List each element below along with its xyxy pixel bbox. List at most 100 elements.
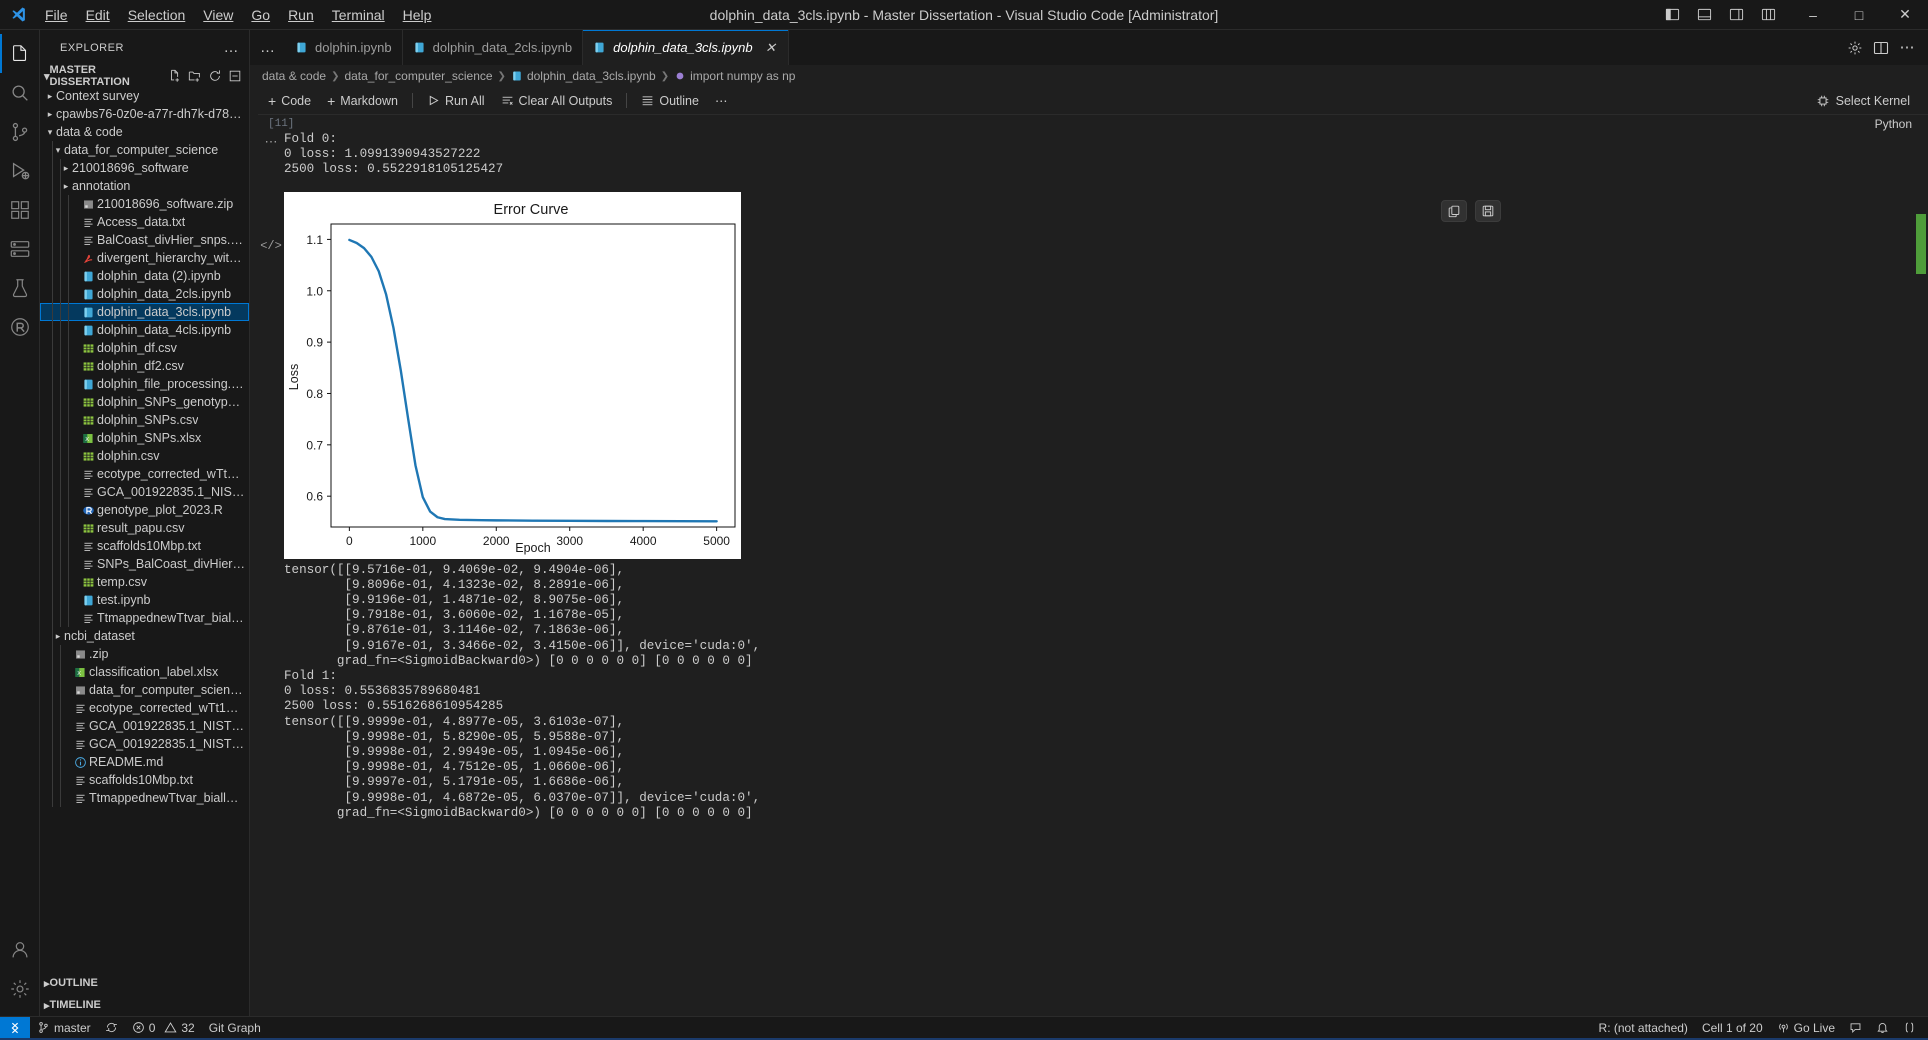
tree-folder-row[interactable]: ▸ 210018696_software: [40, 159, 249, 177]
breadcrumb-item-3[interactable]: import numpy as np: [674, 69, 795, 83]
tree-file-row[interactable]: dolphin_SNPs_genotype_data.csv: [40, 393, 249, 411]
tree-file-row[interactable]: ecotype_corrected_wTt182.txt: [40, 465, 249, 483]
minimize-button[interactable]: –: [1790, 0, 1836, 30]
tree-file-row[interactable]: temp.csv: [40, 573, 249, 591]
activity-source-control[interactable]: [0, 112, 40, 151]
tree-file-row[interactable]: TtmappednewTtvar_biallelic.vcf: [40, 789, 249, 807]
copy-image-icon[interactable]: [1441, 199, 1467, 222]
workspace-root-row[interactable]: ▾ MASTER DISSERTATION: [40, 64, 249, 88]
breadcrumb-item-0[interactable]: data & code: [262, 69, 326, 83]
new-file-icon[interactable]: [166, 68, 183, 85]
tree-file-row[interactable]: ecotype_corrected_wTt182.txt: [40, 699, 249, 717]
add-code-cell-button[interactable]: + Code: [260, 92, 319, 110]
tree-file-row[interactable]: scaffolds10Mbp.txt: [40, 537, 249, 555]
file-tree[interactable]: ▸ Context survey ▸ cpawbs76-0z0e-a77r-dh7k-…: [40, 87, 249, 972]
menu-terminal[interactable]: Terminal: [323, 3, 394, 27]
tree-file-row[interactable]: dolphin_file_processing.ipynb: [40, 375, 249, 393]
menu-go[interactable]: Go: [242, 3, 279, 27]
menu-view[interactable]: View: [194, 3, 242, 27]
maximize-button[interactable]: □: [1836, 0, 1882, 30]
status-branch[interactable]: master: [30, 1017, 98, 1039]
clear-all-outputs-button[interactable]: Clear All Outputs: [493, 92, 621, 110]
status-feedback[interactable]: [1842, 1017, 1869, 1039]
tree-file-row[interactable]: dolphin_data_2cls.ipynb: [40, 285, 249, 303]
menu-edit[interactable]: Edit: [77, 3, 119, 27]
activity-extensions[interactable]: [0, 190, 40, 229]
tree-file-row[interactable]: Xdolphin_SNPs.xlsx: [40, 429, 249, 447]
split-editor-icon[interactable]: [1870, 37, 1892, 59]
tree-file-row[interactable]: test.ipynb: [40, 591, 249, 609]
tree-file-row[interactable]: divergent_hierarchy_with_pop23.p...: [40, 249, 249, 267]
tree-file-row[interactable]: GCA_001922835.1_NIST_Tur_tru_v1...: [40, 717, 249, 735]
tree-file-row[interactable]: GCA_001922835.1_NIST_Tur_tru_v1...: [40, 735, 249, 753]
status-problems[interactable]: 0 32: [125, 1017, 202, 1039]
tree-file-row[interactable]: 210018696_software.zip: [40, 195, 249, 213]
tree-file-row[interactable]: data_for_computer_science.zip: [40, 681, 249, 699]
tree-file-row[interactable]: genotype_plot_2023.R: [40, 501, 249, 519]
activity-search[interactable]: [0, 73, 40, 112]
notebook-scroll-area[interactable]: [11] Python ⋯ Fold 0: 0 loss: 1.09913909…: [250, 114, 1928, 1016]
status-sync[interactable]: [98, 1017, 125, 1039]
editor-scrollbar[interactable]: [1914, 114, 1928, 1016]
activity-accounts[interactable]: [0, 930, 40, 969]
customize-layout-icon[interactable]: [1752, 0, 1784, 30]
close-button[interactable]: ✕: [1882, 0, 1928, 30]
settings-gear-icon[interactable]: [1844, 37, 1866, 59]
tree-file-row[interactable]: dolphin.csv: [40, 447, 249, 465]
breadcrumb-item-2[interactable]: dolphin_data_3cls.ipynb: [511, 69, 656, 83]
toggle-panel-icon[interactable]: [1688, 0, 1720, 30]
status-brackets[interactable]: [1896, 1017, 1928, 1039]
tab-dolphin-ipynb[interactable]: dolphin.ipynb: [285, 30, 403, 65]
status-notifications[interactable]: [1869, 1017, 1896, 1039]
tree-file-row[interactable]: Access_data.txt: [40, 213, 249, 231]
activity-r-extension[interactable]: [0, 307, 40, 346]
sidebar-more-icon[interactable]: …: [224, 40, 240, 55]
tree-file-row[interactable]: TtmappednewTtvar_biallelic.vcf.gz: [40, 609, 249, 627]
tree-file-row[interactable]: dolphin_data (2).ipynb: [40, 267, 249, 285]
output-collapse-icon[interactable]: ⋯: [258, 132, 284, 178]
menu-selection[interactable]: Selection: [119, 3, 195, 27]
status-r-attached[interactable]: R: (not attached): [1592, 1017, 1695, 1039]
run-all-button[interactable]: Run All: [419, 92, 493, 110]
more-actions-icon[interactable]: ⋯: [1896, 37, 1918, 59]
new-folder-icon[interactable]: [186, 68, 203, 85]
tree-file-row[interactable]: dolphin_data_3cls.ipynb: [40, 303, 249, 321]
outline-button[interactable]: Outline: [633, 92, 707, 110]
tree-file-row[interactable]: SNPs_BalCoast_divHier_annotatio...: [40, 555, 249, 573]
toggle-secondary-sidebar-icon[interactable]: [1720, 0, 1752, 30]
tree-folder-row[interactable]: ▾ data_for_computer_science: [40, 141, 249, 159]
activity-run-debug[interactable]: [0, 151, 40, 190]
close-icon[interactable]: ✕: [764, 40, 778, 56]
toggle-primary-sidebar-icon[interactable]: [1656, 0, 1688, 30]
activity-remote-explorer[interactable]: [0, 229, 40, 268]
collapse-all-icon[interactable]: [226, 68, 243, 85]
tree-file-row[interactable]: dolphin_df2.csv: [40, 357, 249, 375]
tree-file-row[interactable]: dolphin_SNPs.csv: [40, 411, 249, 429]
tree-file-row[interactable]: dolphin_data_4cls.ipynb: [40, 321, 249, 339]
add-markdown-cell-button[interactable]: + Markdown: [319, 92, 406, 110]
toolbar-more-button[interactable]: ⋯: [707, 91, 736, 110]
tabs-overflow-icon[interactable]: …: [250, 30, 285, 65]
save-image-icon[interactable]: [1475, 199, 1501, 222]
tree-folder-row[interactable]: ▸ annotation: [40, 177, 249, 195]
scrollbar-thumb[interactable]: [1916, 214, 1926, 274]
breadcrumb-item-1[interactable]: data_for_computer_science: [344, 69, 492, 83]
output-html-badge[interactable]: </>: [258, 182, 284, 563]
menu-run[interactable]: Run: [279, 3, 323, 27]
sidebar-section-outline[interactable]: ▸ OUTLINE: [40, 972, 249, 994]
tree-file-row[interactable]: .zip: [40, 645, 249, 663]
menu-help[interactable]: Help: [394, 3, 441, 27]
tree-file-row[interactable]: dolphin_df.csv: [40, 339, 249, 357]
status-go-live[interactable]: Go Live: [1770, 1017, 1842, 1039]
status-cell-position[interactable]: Cell 1 of 20: [1695, 1017, 1770, 1039]
tree-file-row[interactable]: README.md: [40, 753, 249, 771]
refresh-icon[interactable]: [206, 68, 223, 85]
sidebar-section-timeline[interactable]: ▸ TIMELINE: [40, 994, 249, 1016]
remote-host-indicator[interactable]: [0, 1016, 30, 1039]
tab-dolphin-data-3cls-ipynb[interactable]: dolphin_data_3cls.ipynb ✕: [583, 30, 789, 65]
activity-explorer[interactable]: [0, 34, 40, 73]
select-kernel-button[interactable]: Select Kernel: [1808, 92, 1918, 110]
activity-settings-gear[interactable]: [0, 969, 40, 1008]
tree-file-row[interactable]: BalCoast_divHier_snps.vcf: [40, 231, 249, 249]
tree-folder-row[interactable]: ▾ data & code: [40, 123, 249, 141]
